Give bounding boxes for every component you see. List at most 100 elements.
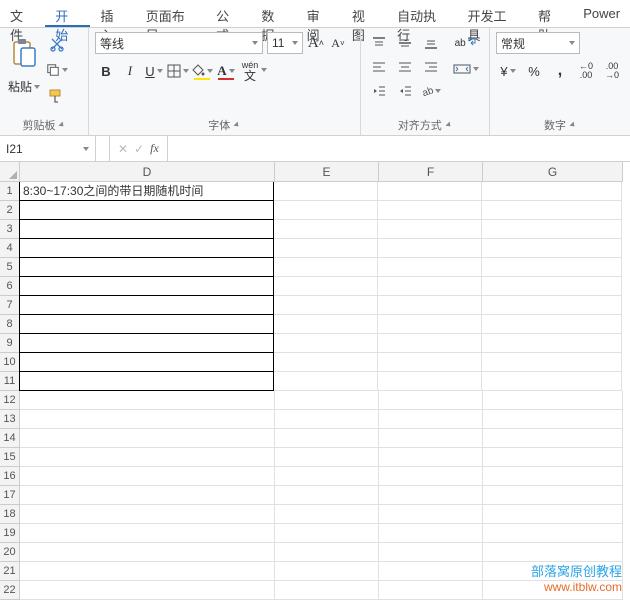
decrease-decimal-button[interactable]: .00→0: [600, 60, 624, 82]
cell-F18[interactable]: [379, 505, 483, 524]
row-header-12[interactable]: 12: [0, 391, 20, 410]
cell-F20[interactable]: [379, 543, 483, 562]
cell-E21[interactable]: [275, 562, 379, 581]
italic-button[interactable]: I: [119, 60, 141, 82]
column-header-F[interactable]: F: [379, 162, 483, 182]
menu-item-11[interactable]: Power: [573, 0, 630, 27]
row-header-17[interactable]: 17: [0, 486, 20, 505]
font-color-button[interactable]: A: [215, 60, 237, 82]
cell-F3[interactable]: [378, 220, 482, 239]
cell-E20[interactable]: [275, 543, 379, 562]
cell-F1[interactable]: [378, 182, 482, 201]
cell-D14[interactable]: [20, 429, 275, 448]
row-header-7[interactable]: 7: [0, 296, 20, 315]
cell-G13[interactable]: [483, 410, 623, 429]
cell-E4[interactable]: [274, 239, 378, 258]
cell-F22[interactable]: [379, 581, 483, 600]
row-header-22[interactable]: 22: [0, 581, 20, 600]
column-header-G[interactable]: G: [483, 162, 623, 182]
cancel-formula-icon[interactable]: ✕: [118, 142, 128, 156]
phonetic-button[interactable]: wén文: [239, 60, 261, 82]
align-middle-button[interactable]: [393, 32, 417, 54]
row-header-9[interactable]: 9: [0, 334, 20, 353]
cell-E9[interactable]: [274, 334, 378, 353]
cell-G1[interactable]: [482, 182, 622, 201]
cell-F14[interactable]: [379, 429, 483, 448]
cell-E19[interactable]: [275, 524, 379, 543]
align-center-button[interactable]: [393, 56, 417, 78]
font-size-select[interactable]: 11: [267, 32, 303, 54]
cell-E8[interactable]: [274, 315, 378, 334]
fx-icon[interactable]: fx: [150, 141, 159, 156]
underline-button[interactable]: U: [143, 60, 165, 82]
increase-indent-button[interactable]: [393, 80, 417, 102]
cell-D21[interactable]: [20, 562, 275, 581]
cell-D3[interactable]: [19, 219, 274, 239]
paste-button[interactable]: [6, 32, 42, 76]
row-header-5[interactable]: 5: [0, 258, 20, 277]
cell-G19[interactable]: [483, 524, 623, 543]
cell-G14[interactable]: [483, 429, 623, 448]
cell-E14[interactable]: [275, 429, 379, 448]
cell-G18[interactable]: [483, 505, 623, 524]
cell-E16[interactable]: [275, 467, 379, 486]
cell-D17[interactable]: [20, 486, 275, 505]
wrap-text-button[interactable]: ab: [453, 32, 479, 54]
cell-E17[interactable]: [275, 486, 379, 505]
cell-F8[interactable]: [378, 315, 482, 334]
cell-E12[interactable]: [275, 391, 379, 410]
cell-F4[interactable]: [378, 239, 482, 258]
cell-D6[interactable]: [19, 276, 274, 296]
cell-E1[interactable]: [274, 182, 378, 201]
menu-item-4[interactable]: 公式: [206, 0, 251, 27]
row-header-20[interactable]: 20: [0, 543, 20, 562]
percent-button[interactable]: %: [522, 60, 546, 82]
cell-F11[interactable]: [378, 372, 482, 391]
cell-F15[interactable]: [379, 448, 483, 467]
cell-F7[interactable]: [378, 296, 482, 315]
cell-E11[interactable]: [274, 372, 378, 391]
row-header-18[interactable]: 18: [0, 505, 20, 524]
menu-item-7[interactable]: 视图: [342, 0, 387, 27]
cut-button[interactable]: [46, 34, 68, 54]
cell-D8[interactable]: [19, 314, 274, 334]
cell-G20[interactable]: [483, 543, 623, 562]
currency-button[interactable]: ¥: [496, 60, 520, 82]
menu-item-8[interactable]: 自动执行: [387, 0, 457, 27]
cell-D20[interactable]: [20, 543, 275, 562]
row-header-6[interactable]: 6: [0, 277, 20, 296]
cell-F12[interactable]: [379, 391, 483, 410]
cell-E13[interactable]: [275, 410, 379, 429]
column-header-D[interactable]: D: [20, 162, 275, 182]
copy-button[interactable]: [46, 60, 68, 80]
bold-button[interactable]: B: [95, 60, 117, 82]
row-header-16[interactable]: 16: [0, 467, 20, 486]
menu-item-3[interactable]: 页面布局: [136, 0, 206, 27]
number-format-select[interactable]: 常规: [496, 32, 580, 54]
cell-E22[interactable]: [275, 581, 379, 600]
cell-G4[interactable]: [482, 239, 622, 258]
row-header-21[interactable]: 21: [0, 562, 20, 581]
menu-item-5[interactable]: 数据: [251, 0, 296, 27]
align-right-button[interactable]: [419, 56, 443, 78]
row-header-19[interactable]: 19: [0, 524, 20, 543]
cell-E2[interactable]: [274, 201, 378, 220]
row-header-2[interactable]: 2: [0, 201, 20, 220]
format-painter-button[interactable]: [46, 86, 68, 106]
cell-F21[interactable]: [379, 562, 483, 581]
cell-D2[interactable]: [19, 200, 274, 220]
row-header-10[interactable]: 10: [0, 353, 20, 372]
align-bottom-button[interactable]: [419, 32, 443, 54]
cell-G3[interactable]: [482, 220, 622, 239]
cell-F13[interactable]: [379, 410, 483, 429]
cell-D16[interactable]: [20, 467, 275, 486]
menu-item-2[interactable]: 插入: [90, 0, 135, 27]
row-header-13[interactable]: 13: [0, 410, 20, 429]
name-box[interactable]: I21: [0, 136, 96, 161]
enter-formula-icon[interactable]: ✓: [134, 142, 144, 156]
cell-D1[interactable]: 8:30~17:30之间的带日期随机时间: [19, 182, 274, 201]
comma-button[interactable]: ,: [548, 60, 572, 82]
row-header-4[interactable]: 4: [0, 239, 20, 258]
cell-E3[interactable]: [274, 220, 378, 239]
menu-item-9[interactable]: 开发工具: [458, 0, 528, 27]
